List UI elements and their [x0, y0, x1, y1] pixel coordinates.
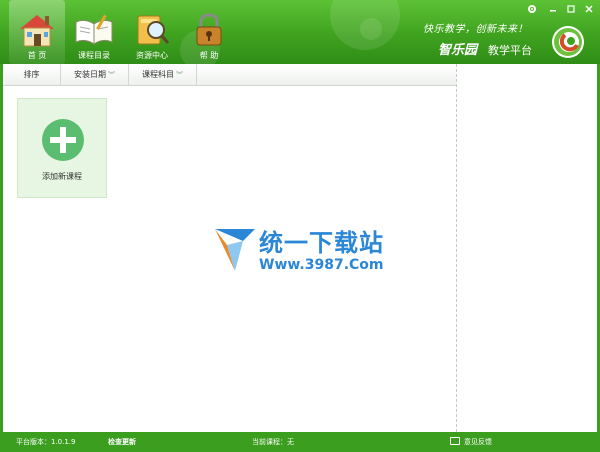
- course-list-area: 添加新课程 统一下载站 Www.3987.Com: [3, 87, 456, 432]
- watermark: 统一下载站 Www.3987.Com: [213, 221, 403, 285]
- platform-title: 教学平台: [488, 44, 532, 57]
- house-icon: [20, 15, 54, 47]
- slogan: 快乐教学，创新未来！: [423, 24, 528, 35]
- nav-help[interactable]: 帮 助: [181, 0, 237, 64]
- feedback-icon: [450, 437, 460, 445]
- nav-resource-center-label: 资源中心: [136, 51, 168, 60]
- sort-label: 排序: [23, 70, 40, 79]
- search-folder-icon: [137, 15, 170, 45]
- sort-button[interactable]: 排序: [3, 64, 61, 86]
- nav-course-catalog-label: 课程目录: [78, 51, 110, 60]
- maximize-icon[interactable]: [564, 4, 578, 18]
- decor-bubble: [360, 18, 382, 40]
- install-date-label: 安装日期: [74, 70, 106, 79]
- app-window: 首 页 课程目录 资源中心 帮 助 快乐教学，创新未来！ 智乐园 教学平台 排序…: [0, 0, 600, 452]
- right-panel: [457, 64, 597, 432]
- main-panel: 排序 安装日期 ︾ 课程科目 ︾ 添加新课程 统一下载站 Www.3987.Co…: [3, 64, 597, 432]
- gear-icon[interactable]: [525, 4, 539, 18]
- nav-course-catalog[interactable]: 课程目录: [66, 0, 122, 64]
- header: 首 页 课程目录 资源中心 帮 助 快乐教学，创新未来！ 智乐园 教学平台: [0, 0, 600, 70]
- minimize-icon[interactable]: [546, 4, 560, 18]
- add-course-label: 添加新课程: [42, 172, 82, 181]
- feedback-link[interactable]: 意见反馈: [464, 437, 492, 447]
- sort-toolbar: 排序 安装日期 ︾ 课程科目 ︾: [3, 64, 456, 86]
- book-icon: [75, 14, 113, 45]
- brand-name: 智乐园: [438, 43, 478, 58]
- watermark-url: Www.3987.Com: [259, 257, 384, 273]
- plus-icon: [42, 119, 84, 161]
- check-update-link[interactable]: 检查更新: [108, 437, 136, 447]
- subject-label: 课程科目: [142, 70, 174, 79]
- sort-subject-button[interactable]: 课程科目 ︾: [129, 64, 197, 86]
- version-text: 平台版本：1.0.1.9: [16, 438, 76, 446]
- add-course-card[interactable]: 添加新课程: [17, 98, 107, 198]
- nav-home[interactable]: 首 页: [9, 0, 65, 64]
- status-bar: 平台版本：1.0.1.9 检查更新 当前课程：无 意见反馈: [0, 432, 600, 452]
- current-course-text: 当前课程：无: [252, 438, 294, 446]
- lock-icon: [196, 13, 222, 46]
- brand-logo-icon: [552, 26, 584, 58]
- watermark-logo-icon: [215, 229, 255, 271]
- chevron-down-icon: ︾: [108, 71, 115, 79]
- watermark-text: 统一下载站: [259, 229, 384, 257]
- nav-resource-center[interactable]: 资源中心: [124, 0, 180, 64]
- chevron-down-icon: ︾: [176, 71, 183, 79]
- nav-home-label: 首 页: [27, 51, 47, 60]
- nav-help-label: 帮 助: [199, 51, 219, 60]
- sort-install-date-button[interactable]: 安装日期 ︾: [61, 64, 129, 86]
- close-icon[interactable]: [582, 4, 596, 18]
